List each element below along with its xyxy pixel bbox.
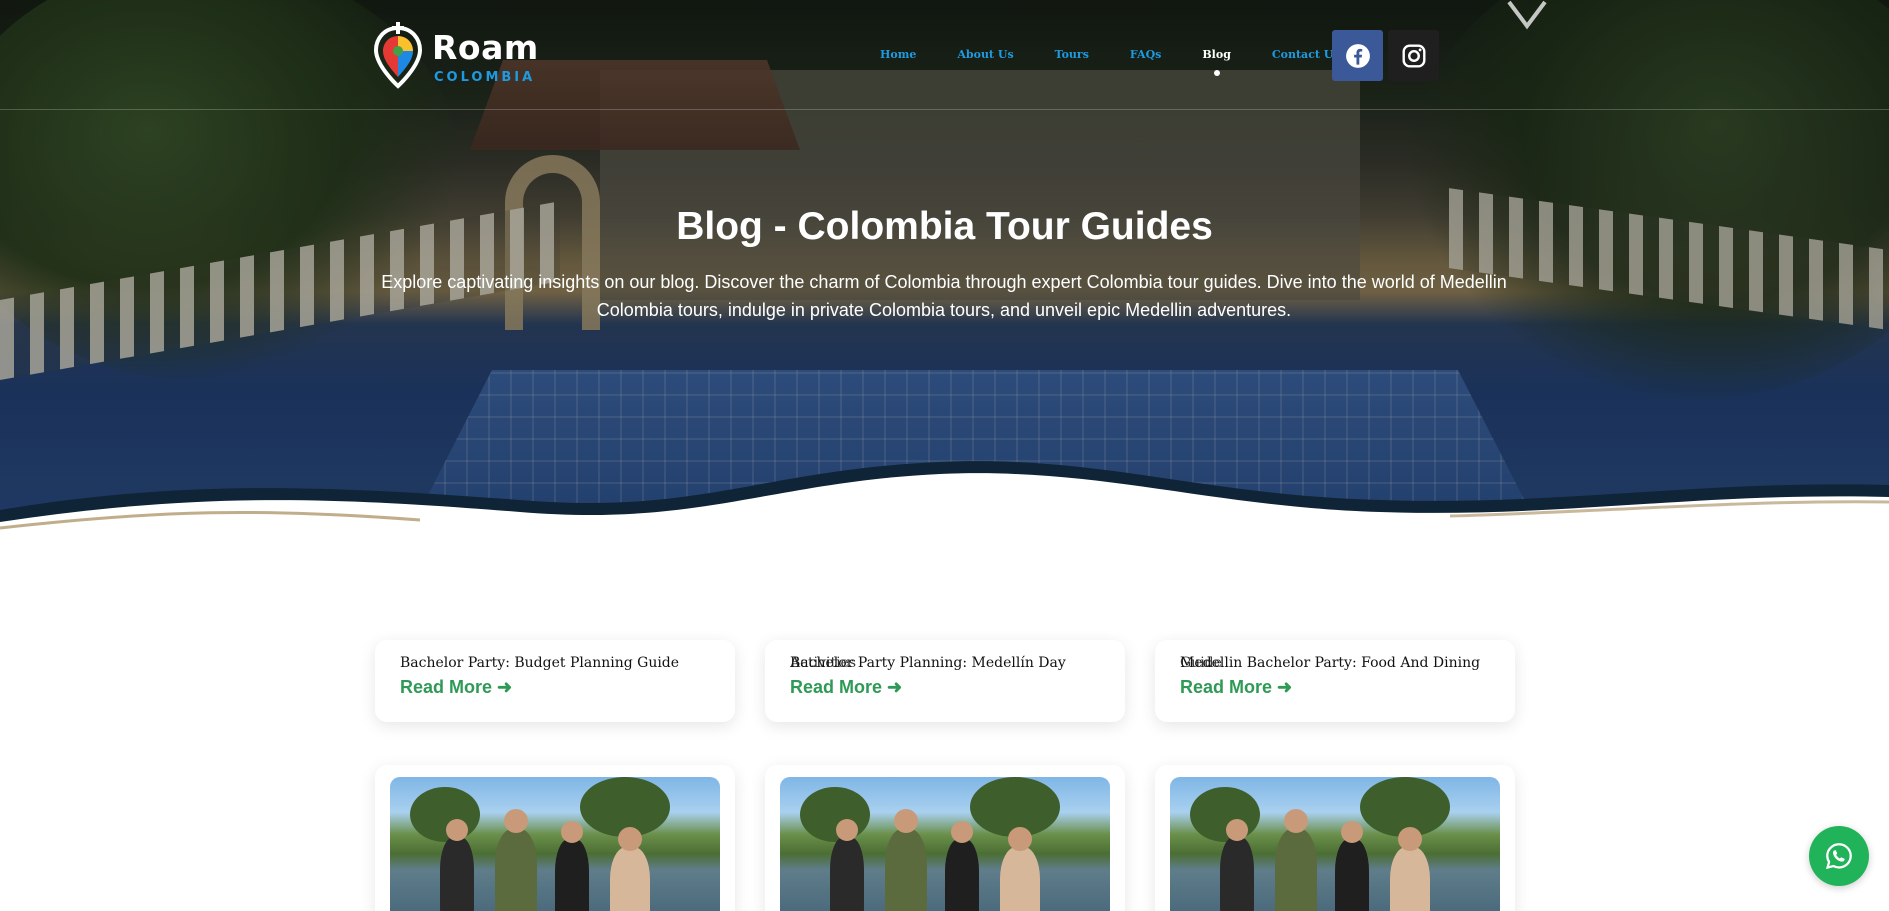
blog-card-image[interactable] [1170,777,1500,911]
blog-card-image[interactable] [780,777,1110,911]
image-person [830,837,864,911]
image-tree [1190,787,1260,842]
nav-faqs[interactable]: FAQs [1130,40,1161,70]
image-person [495,829,537,911]
image-person [885,829,927,911]
image-person [1390,847,1430,911]
facebook-button[interactable] [1332,30,1383,81]
blog-card[interactable]: Bachelor Party Planning: Medellín Day Ac… [765,640,1125,722]
nav-tours[interactable]: Tours [1055,40,1089,70]
facebook-icon [1345,43,1370,68]
blog-card-image-card[interactable] [375,765,735,911]
brand-logo[interactable]: Roam COLOMBIA [372,18,542,92]
image-head [1341,821,1363,843]
image-person [610,847,650,911]
image-head [446,819,468,841]
image-head [836,819,858,841]
image-head [618,827,642,851]
image-person [1000,847,1040,911]
blog-card-title[interactable]: Bachelor Party: Budget Planning Guide [400,655,720,671]
image-head [1284,809,1308,833]
image-head [504,809,528,833]
whatsapp-icon [1825,843,1852,870]
blog-card-image[interactable] [390,777,720,911]
image-head [1398,827,1422,851]
main-nav: Home About Us Tours FAQs Blog Contact Us [880,40,1381,76]
blog-card-title[interactable]: Bachelor Party Planning: Medellín Day [790,655,1110,671]
image-person [1275,829,1317,911]
brand-name: Roam [432,28,539,67]
blog-card-image-card[interactable] [1155,765,1515,911]
location-pin-icon [373,22,423,89]
instagram-icon [1402,44,1425,67]
page-description: Explore captivating insights on our blog… [381,272,1507,320]
image-head [561,821,583,843]
image-head [894,809,918,833]
read-more-link[interactable]: Read More ➜ [1180,677,1292,698]
image-head [1008,827,1032,851]
nav-blog[interactable]: Blog [1202,40,1231,76]
image-person [1220,837,1254,911]
social-links [1332,30,1439,81]
image-head [1226,819,1248,841]
image-head [951,821,973,843]
site-header: Roam COLOMBIA Home About Us Tours FAQs B… [0,0,1889,110]
chevron-down-icon [1507,0,1547,30]
blog-card-image-card[interactable] [765,765,1125,911]
page-title: Blog - Colombia Tour Guides [676,205,1213,248]
image-tree [410,787,480,842]
nav-contact-us[interactable]: Contact Us [1272,40,1340,70]
blog-card[interactable]: Medellin Bachelor Party: Food And Dining… [1155,640,1515,722]
image-person [555,839,589,911]
whatsapp-button[interactable] [1809,826,1869,886]
brand-subtitle: COLOMBIA [434,70,536,85]
nav-about-us[interactable]: About Us [957,40,1013,70]
image-tree [800,787,870,842]
wave-divider [0,461,1889,550]
read-more-link[interactable]: Read More ➜ [790,677,902,698]
blog-card-title[interactable]: Medellin Bachelor Party: Food And Dining [1180,655,1500,671]
image-person [945,839,979,911]
nav-home[interactable]: Home [880,40,916,70]
image-person [440,837,474,911]
read-more-link[interactable]: Read More ➜ [400,677,512,698]
image-person [1335,839,1369,911]
blog-card[interactable]: Bachelor Party: Budget Planning Guide Re… [375,640,735,722]
instagram-button[interactable] [1388,30,1439,81]
